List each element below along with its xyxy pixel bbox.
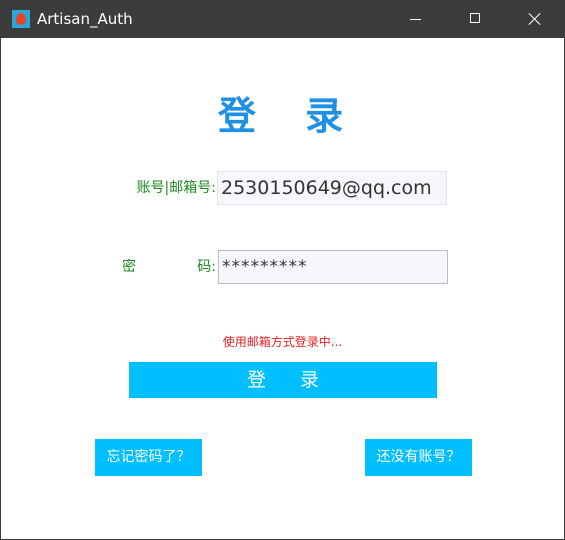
maximize-icon xyxy=(470,13,480,23)
maximize-button[interactable] xyxy=(453,0,499,38)
password-label: 密 码: xyxy=(119,250,216,284)
account-input[interactable] xyxy=(217,171,447,205)
close-button[interactable] xyxy=(512,0,558,38)
close-icon xyxy=(529,13,541,25)
password-label-right: 码: xyxy=(197,259,216,275)
login-heading: 登 录 xyxy=(217,93,362,138)
title-bar[interactable]: Artisan_Auth xyxy=(1,0,565,38)
app-flame-icon xyxy=(12,10,30,28)
login-window: Artisan_Auth 登 录 账号|邮箱号: 密 码: 使用邮箱方式登录中.… xyxy=(0,0,565,540)
forgot-password-button[interactable]: 忘记密码了？ xyxy=(95,439,202,476)
minimize-icon xyxy=(410,19,421,20)
status-message: 使用邮箱方式登录中... xyxy=(222,335,343,349)
account-label: 账号|邮箱号: xyxy=(119,171,216,205)
register-button[interactable]: 还没有账号？ xyxy=(365,439,472,476)
password-input[interactable] xyxy=(218,250,448,284)
window-title: Artisan_Auth xyxy=(37,10,133,28)
password-label-left: 密 xyxy=(122,259,136,275)
login-button[interactable]: 登 录 xyxy=(129,362,437,398)
minimize-button[interactable] xyxy=(393,0,439,38)
